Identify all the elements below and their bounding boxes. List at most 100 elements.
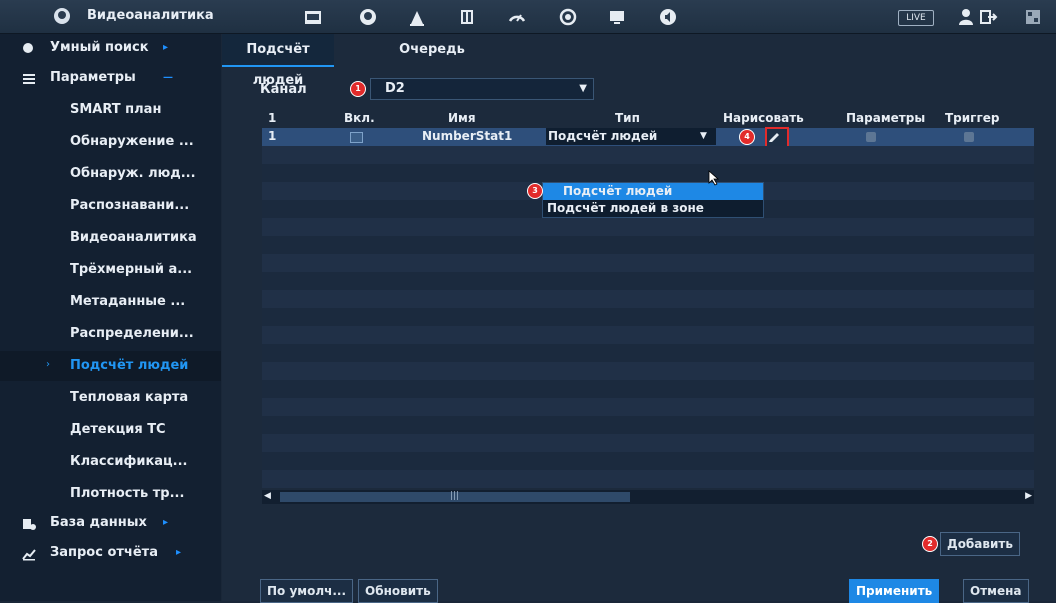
table-row	[262, 326, 1034, 344]
sidebar-item-smart-search[interactable]: Умный поиск ▸	[0, 34, 221, 64]
audio-icon[interactable]	[657, 6, 679, 28]
sidebar-item-label: Метаданные ...	[70, 294, 186, 309]
logout-icon[interactable]	[977, 6, 999, 28]
alarm-icon[interactable]	[406, 6, 428, 28]
channel-select[interactable]: D2 ▼	[370, 78, 594, 100]
cursor-icon	[708, 170, 720, 186]
rules-table: 1 Вкл. Имя Тип Нарисовать Параметры Триг…	[262, 109, 1034, 488]
option-label: Подсчёт людей в зоне	[547, 201, 704, 215]
sidebar-item-distribution[interactable]: Распределени...	[0, 319, 221, 349]
header-trigger: Триггер	[945, 111, 1000, 125]
dropdown-option[interactable]: Подсчёт людей	[543, 183, 763, 200]
table-row	[262, 416, 1034, 434]
sidebar-item-label: Тепловая карта	[70, 390, 189, 405]
sidebar-item-video-analytics[interactable]: Видеоаналитика	[0, 223, 221, 253]
sidebar-item-label: База данных	[50, 515, 147, 530]
chevron-down-icon: ▼	[700, 131, 707, 141]
table-row	[262, 164, 1034, 182]
chevron-right-icon: ▸	[163, 517, 169, 528]
list-icon	[23, 74, 35, 84]
top-bar: Видеоаналитика LIVE	[0, 0, 1056, 34]
table-header: 1 Вкл. Имя Тип Нарисовать Параметры Триг…	[262, 109, 1034, 127]
live-button[interactable]: LIVE	[898, 10, 934, 26]
default-button[interactable]: По умолч...	[260, 579, 354, 603]
sidebar-item-report[interactable]: Запрос отчёта ▸	[0, 539, 221, 569]
table-row	[262, 470, 1034, 488]
table-row	[262, 362, 1034, 380]
sidebar-item-vehicle-detection[interactable]: Детекция ТС	[0, 415, 221, 445]
enable-checkbox[interactable]	[350, 132, 363, 143]
type-select[interactable]: Подсчёт людей ▼	[546, 128, 716, 145]
sidebar-item-label: Детекция ТС	[70, 422, 166, 437]
sidebar-item-heatmap[interactable]: Тепловая карта	[0, 383, 221, 413]
chart-icon	[22, 549, 36, 561]
sidebar-item-metadata[interactable]: Метаданные ...	[0, 287, 221, 317]
sidebar-item-database[interactable]: База данных ▸	[0, 509, 221, 539]
collapse-icon: —	[163, 72, 173, 83]
chevron-right-icon: ▸	[176, 547, 182, 558]
storage-icon[interactable]	[456, 6, 478, 28]
cancel-button[interactable]: Отмена	[963, 579, 1029, 603]
row-name: NumberStat1	[422, 129, 513, 143]
speed-icon[interactable]	[506, 6, 528, 28]
table-row[interactable]: 1 NumberStat1 Подсчёт людей ▼ 4	[262, 127, 1034, 149]
header-num: 1	[268, 111, 277, 125]
table-row	[262, 344, 1034, 362]
sidebar-item-smart-plan[interactable]: SMART план	[0, 95, 221, 125]
main-content: Подсчёт людей Очередь Канал 1 D2 ▼ 1 Вкл…	[222, 34, 1056, 603]
chevron-right-icon: ›	[46, 359, 50, 370]
sidebar-item-people-counting[interactable]: › Подсчёт людей	[0, 351, 221, 381]
record-icon[interactable]	[557, 6, 579, 28]
sidebar: Умный поиск ▸ Параметры — SMART план Обн…	[0, 34, 221, 601]
sidebar-item-label: Распознавани...	[70, 198, 190, 213]
sidebar-item-recognition[interactable]: Распознавани...	[0, 191, 221, 221]
sidebar-item-classification[interactable]: Классификац...	[0, 447, 221, 477]
table-row	[262, 218, 1034, 236]
sidebar-item-label: Подсчёт людей	[70, 358, 189, 373]
sidebar-item-label: Параметры	[50, 70, 136, 85]
dropdown-option[interactable]: Подсчёт людей в зоне	[543, 200, 763, 217]
trigger-button[interactable]	[964, 132, 974, 142]
face-icon[interactable]	[357, 6, 379, 28]
horizontal-scrollbar[interactable]: ◀ ||| ▶	[262, 490, 1034, 504]
row-num: 1	[268, 129, 277, 143]
header-enabled: Вкл.	[344, 111, 375, 125]
tab-people-counting[interactable]: Подсчёт людей	[222, 34, 334, 88]
annotation-badge: 1	[350, 81, 366, 97]
add-button[interactable]: Добавить	[940, 532, 1020, 556]
table-row	[262, 380, 1034, 398]
sidebar-item-people-detection[interactable]: Обнаруж. люд...	[0, 159, 221, 189]
chevron-right-icon[interactable]: ▶	[1025, 491, 1032, 501]
qr-icon[interactable]	[1022, 6, 1044, 28]
pencil-icon	[769, 133, 779, 142]
sidebar-item-label: Распределени...	[70, 326, 194, 341]
channel-label: Канал	[260, 82, 307, 97]
annotation-badge: 3	[527, 183, 543, 199]
annotation-badge: 2	[922, 536, 938, 552]
chevron-down-icon: ▼	[579, 83, 587, 94]
app-title: Видеоаналитика	[87, 8, 214, 23]
params-button[interactable]	[866, 132, 876, 142]
type-dropdown: Подсчёт людей Подсчёт людей в зоне	[542, 182, 764, 218]
sidebar-item-detection[interactable]: Обнаружение ...	[0, 127, 221, 157]
sidebar-item-label: Видеоаналитика	[70, 230, 197, 245]
monitor-icon[interactable]	[606, 6, 628, 28]
database-icon	[23, 519, 36, 530]
user-icon[interactable]	[955, 6, 977, 28]
sidebar-item-parameters[interactable]: Параметры —	[0, 64, 221, 94]
sidebar-item-label: Умный поиск	[50, 40, 149, 55]
table-row	[262, 308, 1034, 326]
header-draw: Нарисовать	[723, 111, 804, 125]
sidebar-item-label: SMART план	[70, 102, 162, 117]
table-row	[262, 146, 1034, 164]
sidebar-item-label: Классификац...	[70, 454, 188, 469]
tab-queue[interactable]: Очередь	[372, 34, 492, 65]
refresh-button[interactable]: Обновить	[358, 579, 438, 603]
header-name: Имя	[448, 111, 476, 125]
apply-button[interactable]: Применить	[849, 579, 940, 603]
film-icon[interactable]	[302, 6, 324, 28]
chevron-left-icon[interactable]: ◀	[264, 491, 271, 501]
table-row	[262, 272, 1034, 290]
channel-value: D2	[385, 81, 405, 96]
sidebar-item-3d[interactable]: Трёхмерный а...	[0, 255, 221, 285]
